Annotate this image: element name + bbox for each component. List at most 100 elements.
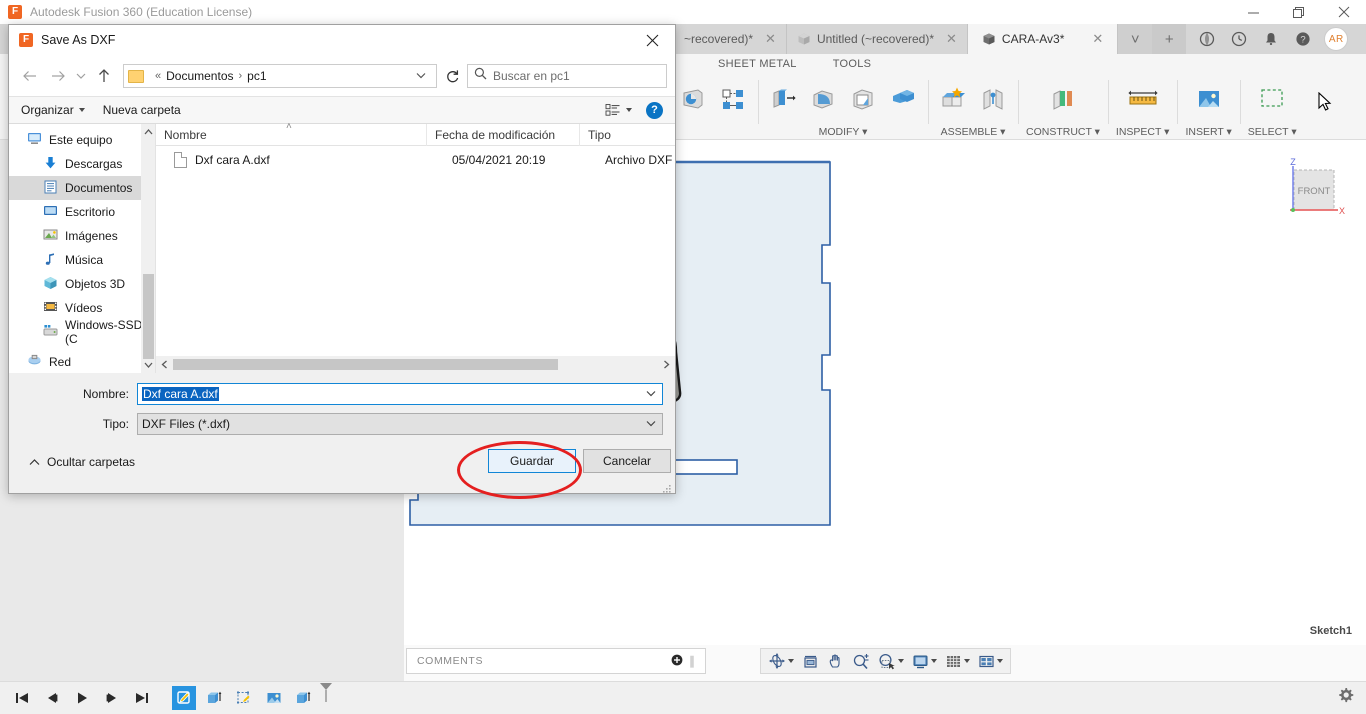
recent-locations-chevron-down-icon[interactable] [73,63,89,89]
close-icon[interactable] [629,25,675,56]
look-at-icon[interactable] [799,650,822,672]
comments-resize-handle[interactable]: ∥ [689,654,695,668]
orbit-icon[interactable] [765,650,797,672]
address-overflow[interactable]: « [155,70,161,82]
tab-untitled-recovered[interactable]: Untitled (~recovered)* ✕ [786,24,968,54]
tab-close-icon[interactable]: ✕ [1092,31,1103,47]
tab-recovered-1[interactable]: ~recovered)* ✕ [674,24,787,54]
tab-overflow-button[interactable]: ˅ [1118,24,1153,54]
resize-grip[interactable] [662,481,672,493]
sketch-edit-icon[interactable] [172,686,196,710]
filetype-select[interactable]: DXF Files (*.dxf) [137,413,663,435]
chevron-down-icon[interactable] [646,389,658,400]
scrollbar-thumb[interactable] [142,274,154,359]
revolve-icon[interactable] [676,82,710,116]
viewports-icon[interactable] [975,650,1006,672]
back-arrow-icon[interactable] [17,63,43,89]
column-header-nombre[interactable]: Nombre ˄ [156,121,426,146]
breadcrumb-pc1[interactable]: pc1 [247,69,266,83]
go-to-beginning-icon[interactable] [10,686,34,710]
chevron-down-icon[interactable] [646,419,658,430]
comments-bar[interactable]: COMMENTS ∥ [406,648,706,674]
nueva-carpeta-button[interactable]: Nueva carpeta [103,103,181,117]
scroll-down-icon[interactable] [141,357,155,373]
measure-icon[interactable] [1126,82,1160,116]
combine-icon[interactable] [886,82,920,116]
shell-icon[interactable] [846,82,880,116]
play-icon[interactable] [70,686,94,710]
zoom-window-icon[interactable] [875,650,907,672]
column-header-tipo[interactable]: Tipo [579,123,675,146]
sidebar-item-imagenes[interactable]: Imágenes [9,224,155,248]
globe-icon[interactable] [1192,24,1222,54]
go-to-end-icon[interactable] [130,686,154,710]
sidebar-item-windows-ssd[interactable]: Windows-SSD (C [9,318,155,346]
sidebar-item-este-equipo[interactable]: Este equipo [9,128,155,152]
avatar[interactable]: AR [1324,27,1349,51]
refresh-icon[interactable] [439,64,465,88]
joint-icon[interactable] [976,82,1010,116]
breadcrumb-documentos[interactable]: Documentos [166,69,233,83]
help-icon[interactable]: ? [1288,24,1318,54]
file-list-horizontal-scrollbar[interactable] [156,356,675,373]
restore-icon[interactable] [1276,0,1321,24]
ribbon-tab-tools[interactable]: TOOLS [815,58,890,70]
insert-image-icon[interactable] [1192,82,1226,116]
sidebar-scrollbar[interactable] [141,124,155,373]
sidebar-item-objetos-3d[interactable]: Objetos 3D [9,272,155,296]
scroll-right-icon[interactable] [658,356,675,373]
sidebar-item-videos[interactable]: Vídeos [9,296,155,320]
view-options-icon[interactable] [605,103,632,117]
press-pull-icon[interactable] [766,82,800,116]
ocultar-carpetas-toggle[interactable]: Ocultar carpetas [29,455,135,469]
sidebar-item-descargas[interactable]: Descargas [9,152,155,176]
bell-icon[interactable] [1256,24,1286,54]
scroll-left-icon[interactable] [156,356,173,373]
address-bar[interactable]: « Documentos › pc1 [123,64,437,88]
sidebar-item-musica[interactable]: Música [9,248,155,272]
grid-snap-icon[interactable] [942,650,973,672]
pan-icon[interactable] [824,650,847,672]
zoom-icon[interactable] [849,650,873,672]
table-row[interactable]: Dxf cara A.dxf 05/04/2021 20:19 Archivo … [156,146,675,174]
canvas-icon[interactable] [262,686,286,710]
select-window-icon[interactable] [1255,82,1289,116]
forward-arrow-icon[interactable] [45,63,71,89]
column-header-fecha[interactable]: Fecha de modificación [426,123,579,146]
fillet-icon[interactable] [806,82,840,116]
ribbon-tab-sheet-metal[interactable]: SHEET METAL [700,58,815,70]
sidebar-item-red[interactable]: Red [9,350,155,374]
view-cube[interactable]: FRONT Z X [1276,157,1348,230]
minimize-icon[interactable] [1231,0,1276,24]
step-forward-icon[interactable] [100,686,124,710]
display-settings-icon[interactable] [909,650,940,672]
tab-cara-av3[interactable]: CARA-Av3* ✕ [967,24,1119,54]
select-region-icon[interactable] [232,686,256,710]
sidebar-item-documentos[interactable]: Documentos [9,176,155,200]
filename-input[interactable]: Dxf cara A.dxf [137,383,663,405]
rectangular-pattern-icon[interactable] [716,82,750,116]
chevron-down-icon[interactable] [410,71,432,82]
scroll-up-icon[interactable] [141,124,155,140]
svg-text:X: X [1339,206,1345,216]
cancel-button[interactable]: Cancelar [583,449,671,473]
search-input[interactable]: Buscar en pc1 [467,64,667,88]
organizar-menu[interactable]: Organizar [21,103,85,117]
new-component-icon[interactable] [936,82,970,116]
extrude2-icon[interactable] [292,686,316,710]
up-arrow-icon[interactable] [91,63,117,89]
scrollbar-thumb[interactable] [173,359,558,370]
help-icon[interactable]: ? [646,101,663,119]
new-tab-button[interactable]: + [1152,24,1187,54]
tab-close-icon[interactable]: ✕ [765,31,776,47]
clock-icon[interactable] [1224,24,1254,54]
save-button[interactable]: Guardar [488,449,576,473]
offset-plane-icon[interactable] [1046,82,1080,116]
close-icon[interactable] [1321,0,1366,24]
step-back-icon[interactable] [40,686,64,710]
extrude-icon[interactable] [202,686,226,710]
gear-icon[interactable] [1337,687,1354,709]
add-comment-icon[interactable] [671,654,683,669]
sidebar-item-escritorio[interactable]: Escritorio [9,200,155,224]
tab-close-icon[interactable]: ✕ [946,31,957,47]
